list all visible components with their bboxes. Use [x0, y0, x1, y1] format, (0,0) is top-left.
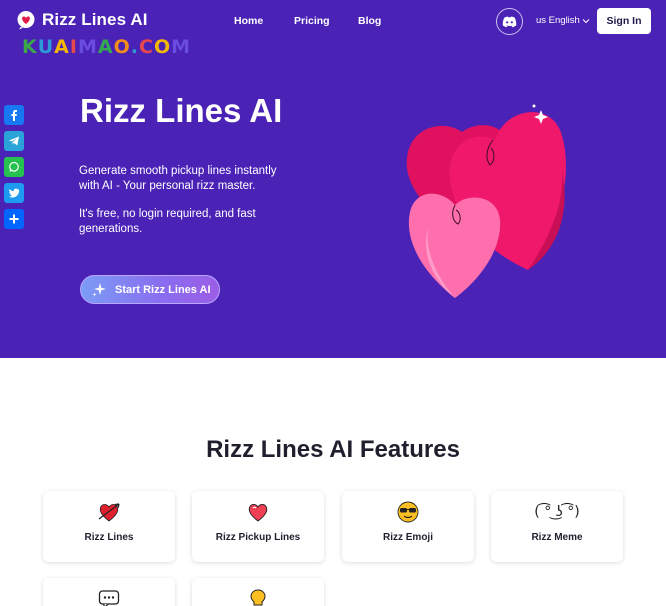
hero-subdescription: It's free, no login required, and fast g… [79, 208, 256, 235]
logo[interactable]: Rizz Lines AI [16, 10, 148, 30]
discord-button[interactable] [496, 8, 523, 35]
start-button[interactable]: Start Rizz Lines AI [80, 275, 220, 304]
feature-card-chat[interactable] [43, 578, 175, 606]
telegram-icon[interactable] [4, 131, 24, 151]
hearts-illustration [406, 104, 566, 298]
feature-card-label: Rizz Meme [531, 532, 583, 543]
share-bar [4, 105, 24, 229]
hero-title: Rizz Lines AI [80, 92, 283, 129]
start-button-label: Start Rizz Lines AI [115, 283, 211, 296]
feature-card-rizz-meme[interactable]: ( ͡° ͜ʖ ͡°) Rizz Meme [491, 491, 623, 562]
logo-heart-icon [17, 11, 35, 30]
feature-card-label: Rizz Pickup Lines [215, 532, 301, 543]
feature-card-label: Rizz Emoji [382, 532, 433, 543]
feature-card-idea[interactable] [192, 578, 324, 606]
feature-card-rizz-pickup-lines[interactable]: Rizz Pickup Lines [192, 491, 324, 562]
facebook-icon[interactable] [4, 105, 24, 125]
heart-icon [246, 500, 270, 524]
language-selector[interactable]: us English [536, 15, 590, 26]
watermark: KUAIMAO.COM [22, 36, 192, 58]
hero-description: Generate smooth pickup lines instantly w… [79, 165, 277, 192]
nav-blog[interactable]: Blog [358, 15, 381, 27]
chevron-down-icon [582, 18, 590, 23]
share-plus-icon[interactable] [4, 209, 24, 229]
chat-bubble-icon [98, 587, 120, 606]
feature-card-label: Rizz Lines [84, 532, 134, 543]
heart-arrow-icon [97, 500, 121, 524]
lightbulb-icon [248, 587, 268, 606]
twitter-icon[interactable] [4, 183, 24, 203]
features-title: Rizz Lines AI Features [206, 436, 460, 463]
discord-icon [502, 16, 517, 27]
sparkle-icon [92, 283, 106, 297]
feature-card-rizz-emoji[interactable]: Rizz Emoji [342, 491, 474, 562]
sunglasses-emoji-icon [396, 500, 420, 524]
nav-pricing[interactable]: Pricing [294, 15, 330, 27]
language-label: us English [536, 15, 580, 26]
lenny-face-icon: ( ͡° ͜ʖ ͡°) [534, 504, 580, 520]
sign-in-button[interactable]: Sign In [597, 8, 651, 34]
logo-text: Rizz Lines AI [42, 10, 148, 29]
nav-home[interactable]: Home [234, 15, 263, 27]
feature-card-rizz-lines[interactable]: Rizz Lines [43, 491, 175, 562]
whatsapp-icon[interactable] [4, 157, 24, 177]
